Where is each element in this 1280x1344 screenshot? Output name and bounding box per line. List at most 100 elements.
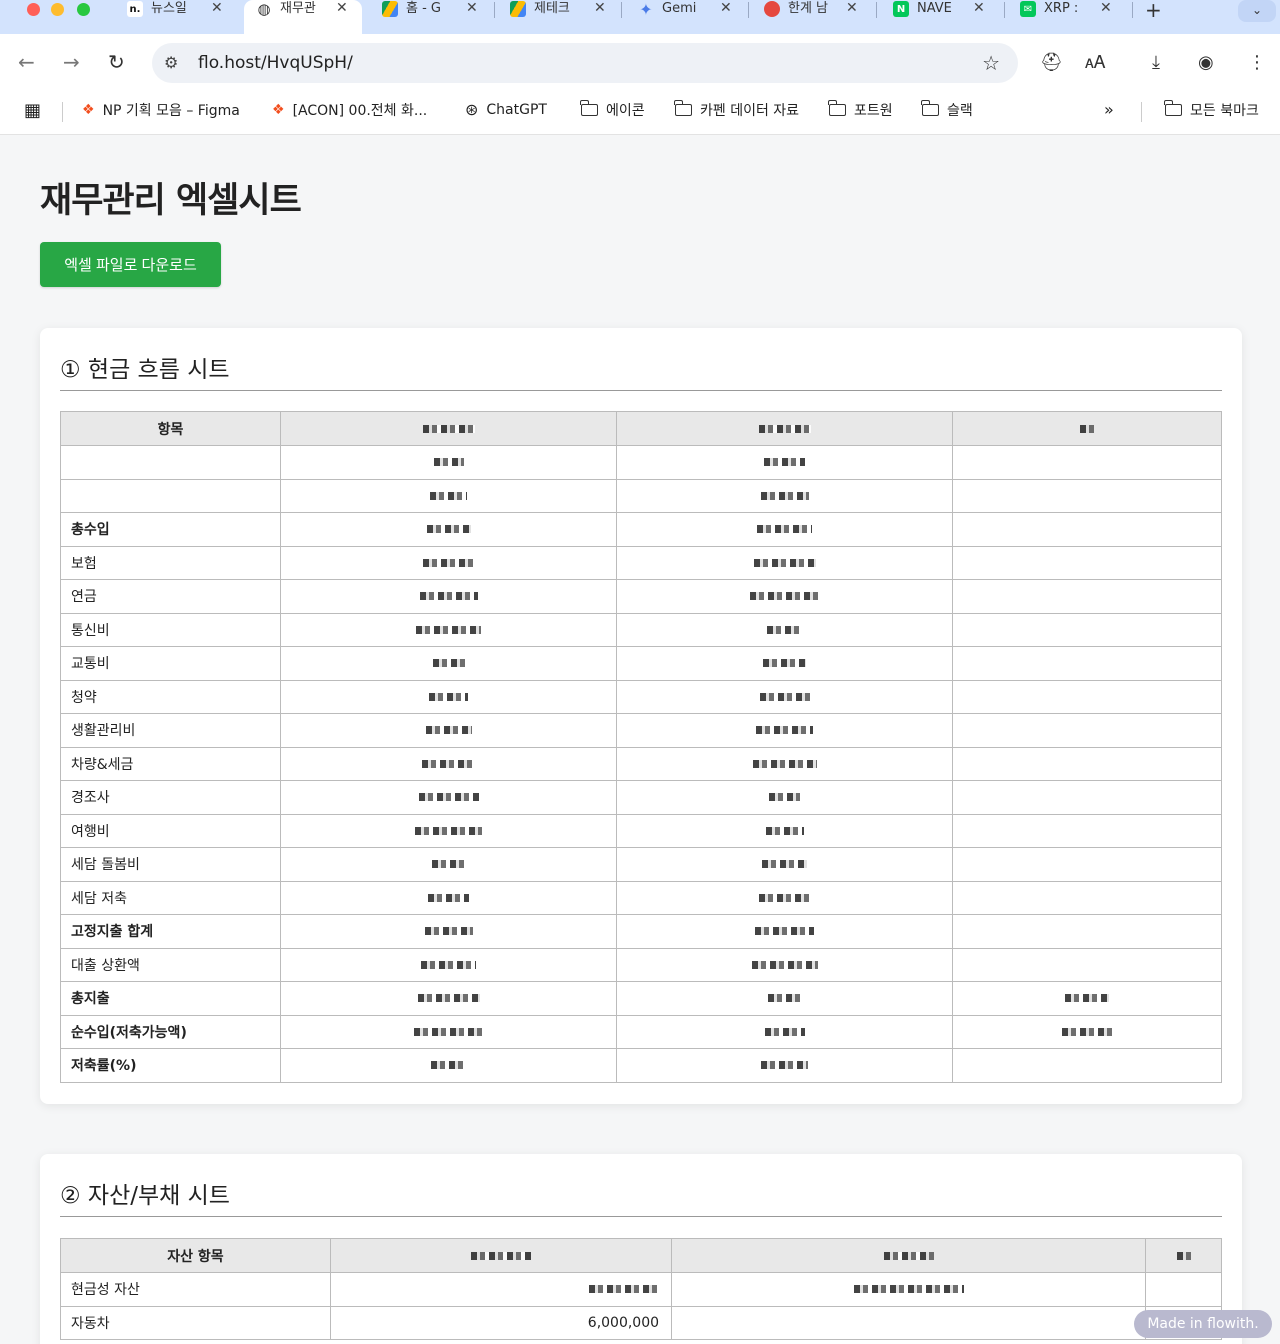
redacted-cell bbox=[617, 881, 953, 915]
row-label: 순수입(저축가능액) bbox=[61, 1015, 281, 1049]
download-icon[interactable]: ⤓ bbox=[1152, 53, 1160, 73]
bookmark-figma-2[interactable]: ❖ [ACON] 00.전체 화... bbox=[272, 100, 427, 120]
redacted-cell bbox=[953, 948, 1222, 982]
redacted-cell bbox=[953, 848, 1222, 882]
all-bookmarks[interactable]: 모든 북마크 bbox=[1165, 100, 1259, 120]
profile-icon[interactable]: ◉ bbox=[1198, 53, 1214, 73]
close-tab-icon[interactable]: ✕ bbox=[211, 0, 223, 17]
header-col-1 bbox=[281, 412, 617, 446]
folder-icon bbox=[829, 104, 846, 116]
naver-icon: N bbox=[893, 1, 909, 17]
redacted-cell bbox=[617, 714, 953, 748]
table-row: 저축률(%) bbox=[61, 1049, 1222, 1083]
folder-icon bbox=[1165, 104, 1182, 116]
reload-button[interactable]: ↻ bbox=[108, 52, 125, 72]
table-row: 순수입(저축가능액) bbox=[61, 1015, 1222, 1049]
bookmark-figma-1[interactable]: ❖ NP 기획 모음 – Figma bbox=[82, 100, 240, 120]
back-button[interactable]: ← bbox=[18, 52, 35, 72]
redacted-cell bbox=[281, 613, 617, 647]
close-tab-icon[interactable]: ✕ bbox=[973, 0, 985, 17]
tab-5[interactable]: ✦ Gemi ✕ bbox=[638, 0, 708, 34]
incognito-icon[interactable]: ⛑ bbox=[1040, 53, 1063, 73]
forward-button[interactable]: → bbox=[63, 52, 80, 72]
bookmark-label: NP 기획 모음 – Figma bbox=[103, 100, 240, 120]
table-row: 총수입 bbox=[61, 513, 1222, 547]
table-header-row: 자산 항목 bbox=[61, 1239, 1222, 1273]
table-row: 교통비 bbox=[61, 647, 1222, 681]
minimize-window-button[interactable] bbox=[51, 3, 64, 16]
tab-3[interactable]: 홈 - G ✕ bbox=[382, 0, 452, 34]
table-row: 청약 bbox=[61, 680, 1222, 714]
tab-title: 재무관 bbox=[280, 0, 326, 17]
header-col-2 bbox=[617, 412, 953, 446]
page-title: 재무관리 엑셀시트 bbox=[40, 172, 301, 223]
site-settings-icon[interactable]: ⚙ bbox=[164, 53, 178, 72]
made-in-flowith-badge[interactable]: Made in flowith. bbox=[1134, 1310, 1272, 1338]
tab-1[interactable]: n. 뉴스일 ✕ bbox=[127, 0, 197, 34]
address-url[interactable]: flo.host/HvqUSpH/ bbox=[198, 53, 353, 73]
table-row: 고정지출 합계 bbox=[61, 915, 1222, 949]
tab-6[interactable]: 한계 남 ✕ bbox=[764, 0, 834, 34]
close-tab-icon[interactable]: ✕ bbox=[594, 0, 606, 17]
bookmark-label: ChatGPT bbox=[486, 102, 547, 118]
row-label: 연금 bbox=[61, 580, 281, 614]
redacted-cell bbox=[953, 747, 1222, 781]
bookmark-label: 포트원 bbox=[854, 100, 893, 120]
table-row: 차량&세금 bbox=[61, 747, 1222, 781]
redacted-cell bbox=[617, 848, 953, 882]
assets-card: ② 자산/부채 시트 자산 항목 현금성 자산자동차6,000,000 bbox=[40, 1154, 1242, 1344]
bookmark-star-icon[interactable]: ☆ bbox=[982, 51, 1000, 75]
tab-title: Gemi bbox=[662, 0, 708, 17]
bookmark-folder-slack[interactable]: 슬랙 bbox=[922, 100, 973, 120]
tab-2-active[interactable]: ◍ 재무관 ✕ bbox=[244, 0, 362, 34]
row-label: 저축률(%) bbox=[61, 1049, 281, 1083]
redacted-cell bbox=[617, 580, 953, 614]
table-row: 현금성 자산 bbox=[61, 1273, 1222, 1307]
maximize-window-button[interactable] bbox=[77, 3, 90, 16]
close-tab-icon[interactable]: ✕ bbox=[336, 0, 348, 17]
close-tab-icon[interactable]: ✕ bbox=[846, 0, 858, 17]
tab-8[interactable]: ✉ XRP : ✕ bbox=[1020, 0, 1090, 34]
close-tab-icon[interactable]: ✕ bbox=[720, 0, 732, 17]
excel-download-button[interactable]: 엑셀 파일로 다운로드 bbox=[40, 242, 221, 287]
redacted-cell bbox=[617, 915, 953, 949]
tab-search-button[interactable]: ⌄ bbox=[1238, 0, 1276, 22]
redacted-cell bbox=[281, 948, 617, 982]
redacted-cell bbox=[617, 647, 953, 681]
tab-title: 뉴스일 bbox=[151, 0, 197, 17]
more-bookmarks-icon[interactable]: » bbox=[1104, 100, 1114, 119]
redacted-cell bbox=[281, 747, 617, 781]
browser-toolbar: ← → ↻ ⚙ flo.host/HvqUSpH/ ☆ ⛑ 🗚 ⤓ ◉ ⋮ bbox=[0, 34, 1280, 92]
redacted-cell bbox=[953, 580, 1222, 614]
redacted-cell bbox=[953, 1049, 1222, 1083]
address-bar[interactable]: ⚙ flo.host/HvqUSpH/ ☆ bbox=[152, 43, 1018, 83]
bookmarks-bar: ▦ ❖ NP 기획 모음 – Figma ❖ [ACON] 00.전체 화...… bbox=[0, 92, 1280, 135]
translate-icon[interactable]: 🗚 bbox=[1085, 53, 1105, 73]
apps-grid-icon[interactable]: ▦ bbox=[24, 100, 41, 121]
table-row: 여행비 bbox=[61, 814, 1222, 848]
header-col-3 bbox=[1146, 1239, 1222, 1273]
bookmark-chatgpt[interactable]: ⊛ ChatGPT bbox=[465, 100, 547, 119]
redacted-cell bbox=[953, 446, 1222, 480]
tab-7[interactable]: N NAVE ✕ bbox=[893, 0, 963, 34]
close-tab-icon[interactable]: ✕ bbox=[1100, 0, 1112, 17]
close-tab-icon[interactable]: ✕ bbox=[466, 0, 478, 17]
row-label bbox=[61, 479, 281, 513]
bookmark-folder-carpen[interactable]: 카펜 데이터 자료 bbox=[675, 100, 799, 120]
bookmark-label: 모든 북마크 bbox=[1190, 100, 1259, 120]
empty-cell bbox=[1146, 1273, 1222, 1307]
tab-4[interactable]: 제테크 ✕ bbox=[510, 0, 580, 34]
redacted-cell bbox=[281, 580, 617, 614]
header-col-2 bbox=[672, 1239, 1146, 1273]
table-row bbox=[61, 479, 1222, 513]
new-tab-button[interactable]: + bbox=[1145, 0, 1162, 22]
close-window-button[interactable] bbox=[27, 3, 40, 16]
redacted-cell bbox=[281, 479, 617, 513]
redacted-cell bbox=[281, 513, 617, 547]
bookmark-folder-portone[interactable]: 포트원 bbox=[829, 100, 893, 120]
gemini-icon: ✦ bbox=[638, 1, 654, 17]
menu-icon[interactable]: ⋮ bbox=[1248, 53, 1266, 73]
redacted-cell bbox=[953, 814, 1222, 848]
bookmark-folder-acon[interactable]: 에이콘 bbox=[581, 100, 645, 120]
bookmark-label: 슬랙 bbox=[947, 100, 973, 120]
